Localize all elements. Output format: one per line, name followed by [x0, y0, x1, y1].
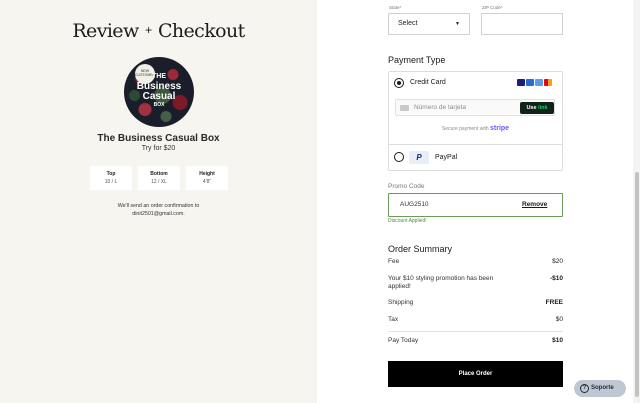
amex-icon [526, 79, 534, 86]
zip-input[interactable] [481, 13, 563, 35]
state-label: State* [389, 5, 402, 10]
card-icon [400, 105, 409, 111]
order-review-panel: Review + Checkout NEW CUSTOMER THE Busin… [0, 0, 317, 403]
size-card-top: Top 10 / L [90, 166, 132, 190]
size-card-bottom: Bottom 12 / XL [138, 166, 180, 190]
support-button[interactable]: ? Soporte [574, 380, 626, 397]
size-label: Bottom [150, 171, 168, 177]
title-plus: + [145, 23, 152, 37]
visa-icon [517, 79, 525, 86]
product-name: The Business Casual Box [97, 133, 220, 144]
credit-card-label[interactable]: Credit Card [410, 79, 446, 86]
secure-payment-note: Secure payment with stripe [388, 125, 563, 132]
payment-divider [388, 144, 563, 145]
size-label: Top [106, 171, 116, 177]
confirmation-email: dinit2501@gmail.com. [132, 211, 185, 217]
card-number-placeholder: Número de tarjeta [414, 104, 467, 111]
promo-applied-value: -$10 [549, 275, 563, 282]
title-review: Review [72, 20, 139, 42]
box-logo-text: THE Business Casual BOX [124, 72, 194, 109]
paypal-radio[interactable] [394, 152, 404, 162]
title-checkout: Checkout [157, 20, 245, 42]
page-title: Review + Checkout [0, 20, 317, 42]
card-icon [535, 79, 543, 86]
stripe-logo: stripe [490, 125, 510, 132]
help-icon: ? [580, 384, 589, 393]
state-select[interactable]: Select ▼ [388, 13, 470, 35]
size-card-height: Height 4'8" [186, 166, 228, 190]
secure-text: Secure payment with [441, 126, 489, 132]
summary-divider [388, 331, 563, 332]
confirmation-text: We'll send an order confirmation to [117, 203, 200, 209]
state-select-value: Select [398, 20, 418, 27]
card-brands-icon [517, 79, 552, 88]
link-use-text: Use [526, 105, 537, 111]
credit-card-radio[interactable] [394, 78, 404, 88]
box-logo-line3: Casual [142, 91, 176, 102]
shipping-value: FREE [545, 299, 563, 306]
pay-today-value: $10 [552, 337, 563, 344]
product-box-image: NEW CUSTOMER THE Business Casual BOX [124, 57, 194, 127]
confirmation-note: We'll send an order confirmation to dini… [0, 202, 317, 218]
box-logo-line4: BOX [153, 102, 165, 108]
use-link-button[interactable]: Use link [520, 102, 554, 114]
pay-today-label: Pay Today [388, 337, 419, 344]
paypal-label[interactable]: PayPal [435, 154, 457, 161]
scrollbar-thumb[interactable] [635, 172, 639, 397]
paypal-icon: P [409, 151, 429, 164]
promo-code-value: AUG2510 [400, 201, 429, 208]
discount-applied-status: Discount Applied! [388, 218, 427, 224]
place-order-button[interactable]: Place Order [388, 361, 563, 387]
remove-promo-link[interactable]: Remove [522, 201, 547, 208]
tax-label: Tax [388, 316, 399, 323]
fee-label: Fee [388, 258, 400, 265]
mastercard-icon [544, 79, 552, 86]
caret-down-icon: ▼ [455, 21, 460, 27]
fee-value: $20 [552, 258, 563, 265]
promo-code-label: Promo Code [388, 183, 425, 190]
order-summary-heading: Order Summary [388, 244, 453, 254]
promo-applied-label: Your $10 styling promotion has been appl… [388, 275, 494, 290]
shipping-label: Shipping [388, 299, 414, 306]
support-label: Soporte [591, 385, 614, 391]
payment-type-heading: Payment Type [388, 55, 446, 65]
tax-value: $0 [555, 316, 563, 323]
link-brand-text: link [538, 105, 548, 111]
size-label: Height [199, 171, 215, 177]
product-price-subtitle: Try for $20 [141, 145, 176, 152]
size-value: 12 / XL [151, 179, 167, 185]
size-value: 10 / L [104, 179, 118, 185]
size-value: 4'8" [202, 179, 212, 185]
zip-label: ZIP Code* [482, 5, 503, 10]
